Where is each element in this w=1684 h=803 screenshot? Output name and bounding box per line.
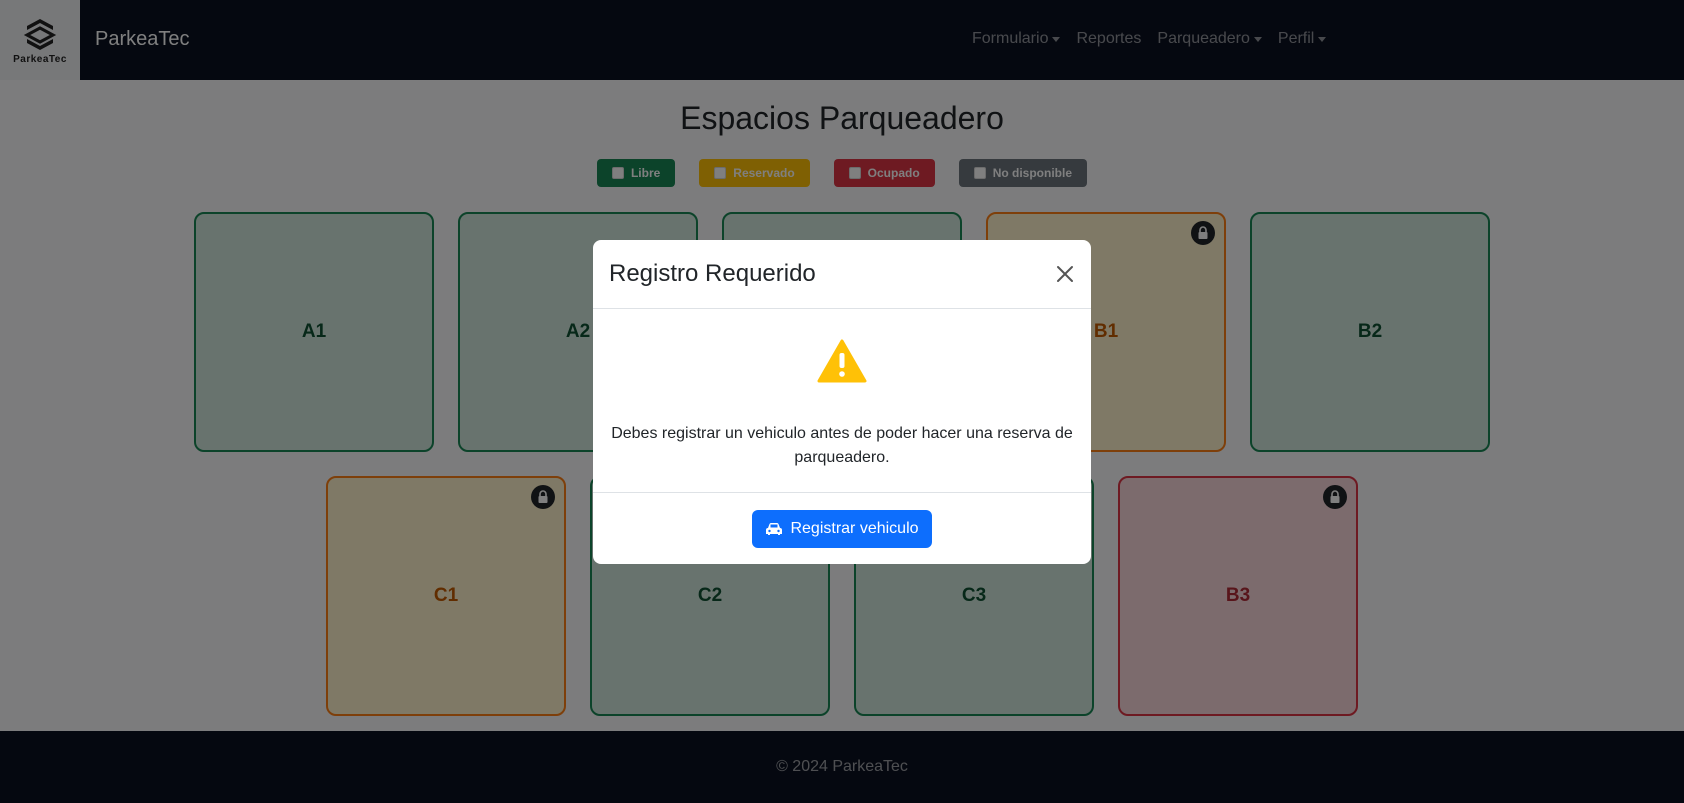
- modal-body: Debes registrar un vehiculo antes de pod…: [593, 309, 1091, 493]
- close-icon[interactable]: [1053, 262, 1077, 286]
- register-vehicle-button[interactable]: Registrar vehiculo: [752, 509, 932, 548]
- modal-footer: Registrar vehiculo: [593, 493, 1091, 564]
- registration-required-modal: Registro Requerido Debes registrar un ve…: [593, 240, 1091, 564]
- modal-header: Registro Requerido: [593, 240, 1091, 309]
- modal-title: Registro Requerido: [609, 260, 816, 287]
- warning-icon: [817, 339, 867, 383]
- modal-message: Debes registrar un vehiculo antes de pod…: [611, 425, 1073, 466]
- car-icon: [766, 522, 783, 535]
- register-vehicle-label: Registrar vehiculo: [790, 519, 919, 537]
